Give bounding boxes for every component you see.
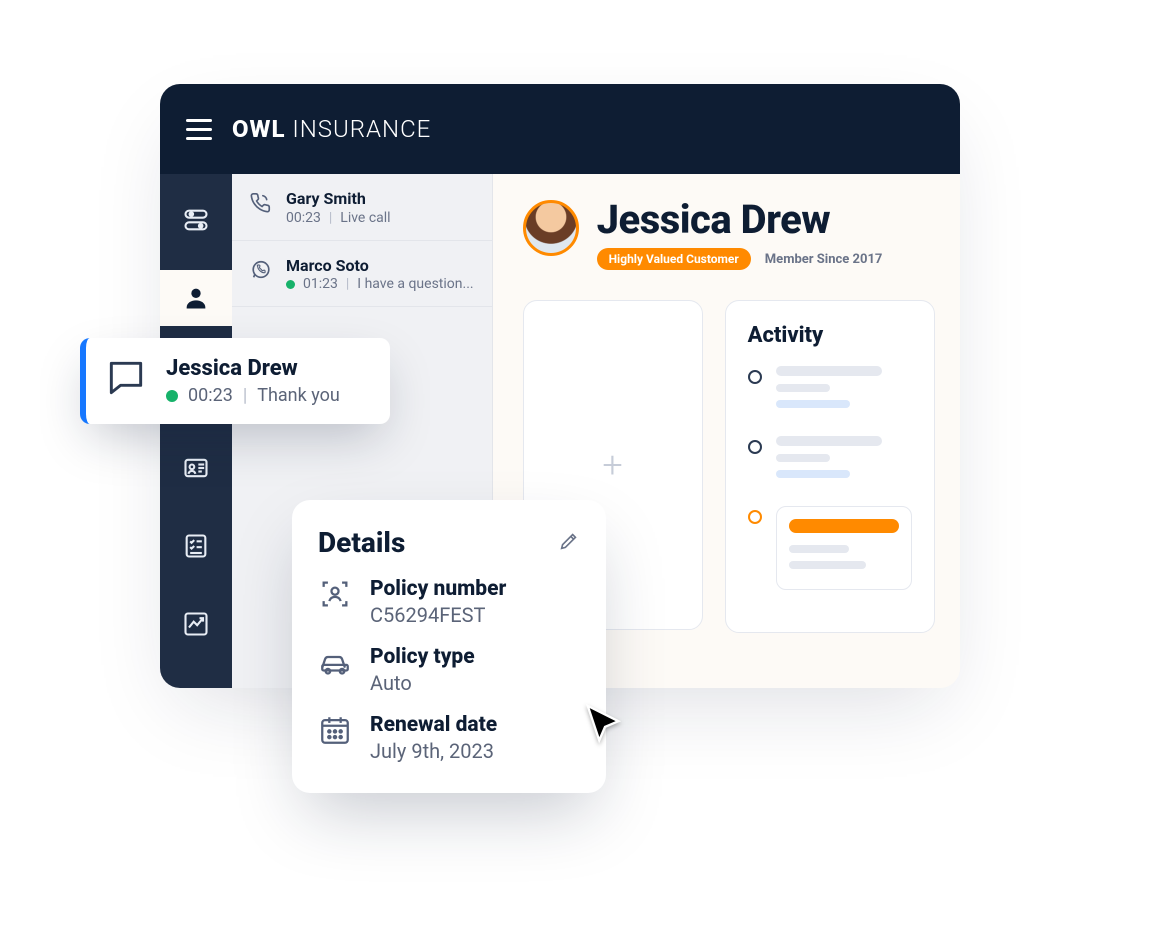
detail-label: Renewal date [370,713,497,737]
sidebar [160,174,232,688]
calendar-icon [318,713,352,747]
detail-row: Policy number C56294FEST [318,577,580,627]
status-badge: Highly Valued Customer [597,248,751,270]
selected-conversation-name: Jessica Drew [166,356,340,381]
detail-label: Policy type [370,645,475,669]
activity-item[interactable] [748,436,912,486]
conversation-name: Marco Soto [286,257,474,275]
car-icon [318,645,352,679]
conversation-meta: 00:23 | Live call [286,210,474,226]
activity-title: Activity [748,323,912,348]
selected-conversation-meta: 00:23 | Thank you [166,385,340,406]
online-dot-icon [166,390,178,402]
detail-label: Policy number [370,577,506,601]
plus-icon: + [602,444,622,486]
brand-bold: OWL [232,115,285,143]
person-scan-icon [318,577,352,611]
selected-conversation-card[interactable]: Jessica Drew 00:23 | Thank you [80,338,390,424]
activity-panel: Activity [725,300,935,633]
sidebar-item-checklist[interactable] [160,518,232,574]
phone-icon [250,192,272,214]
detail-value: July 9th, 2023 [370,739,497,763]
brand-title: OWL INSURANCE [232,115,431,143]
sidebar-item-toggles[interactable] [160,192,232,248]
bullet-icon [748,440,762,454]
profile-name: Jessica Drew [597,200,883,240]
details-title: Details [318,526,405,559]
whatsapp-icon [250,259,272,281]
cursor-icon [582,702,628,748]
menu-icon[interactable] [186,119,212,140]
profile-header: Jessica Drew Highly Valued Customer Memb… [523,200,935,270]
chat-icon [102,356,150,400]
conversation-name: Gary Smith [286,190,474,208]
member-since: Member Since 2017 [765,252,883,267]
avatar [523,200,579,256]
conversation-meta: 01:23 | I have a question... [286,276,474,292]
detail-value: C56294FEST [370,603,506,627]
conversation-item[interactable]: Gary Smith 00:23 | Live call [232,174,492,241]
conversation-item[interactable]: Marco Soto 01:23 | I have a question... [232,241,492,308]
detail-value: Auto [370,671,475,695]
sidebar-item-chart[interactable] [160,596,232,652]
sidebar-item-id-card[interactable] [160,440,232,496]
detail-row: Renewal date July 9th, 2023 [318,713,580,763]
sidebar-item-person[interactable] [160,270,232,326]
edit-icon[interactable] [558,530,580,556]
activity-item[interactable] [748,366,912,416]
bullet-icon [748,370,762,384]
topbar: OWL INSURANCE [160,84,960,174]
online-dot-icon [286,280,295,289]
detail-row: Policy type Auto [318,645,580,695]
bullet-icon [748,510,762,524]
details-card: Details Policy number C56294FEST [292,500,606,793]
brand-rest: INSURANCE [285,115,431,143]
activity-item[interactable] [748,506,912,590]
